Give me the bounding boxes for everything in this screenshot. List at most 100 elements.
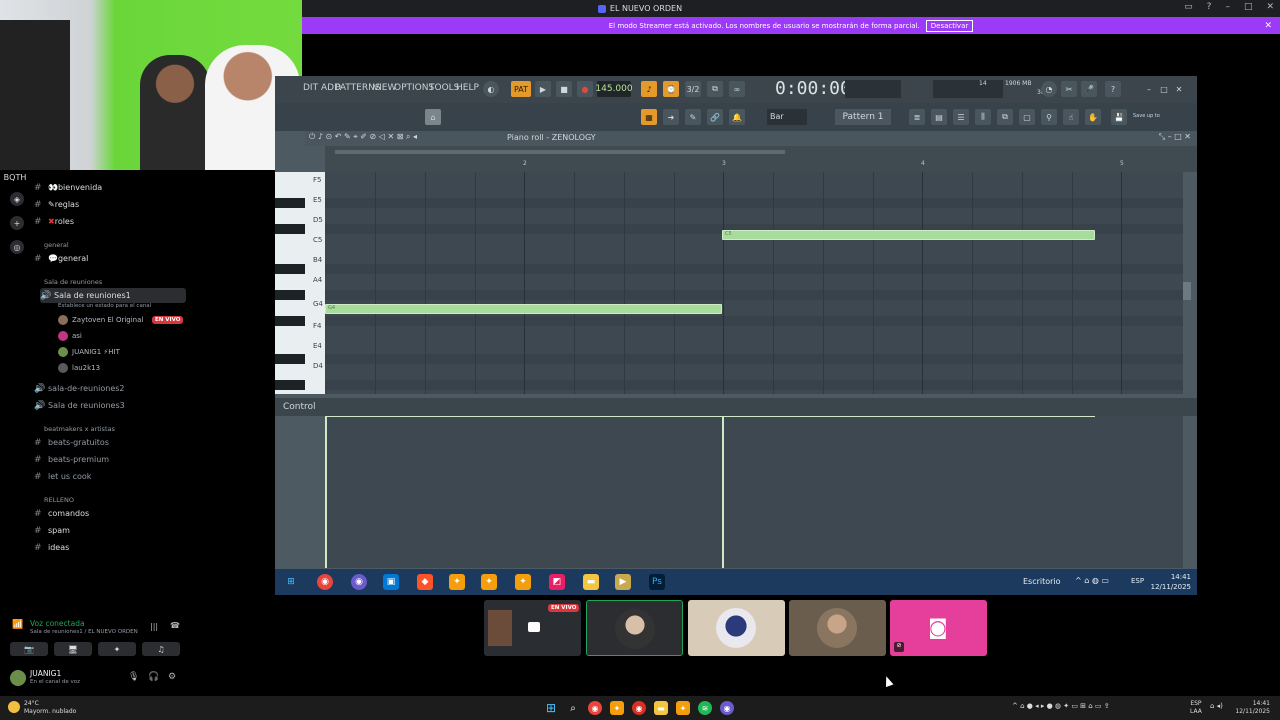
fl-menu-tools[interactable]: TOOLS (429, 83, 459, 93)
photoshop-icon[interactable]: Ps (649, 574, 665, 590)
help-icon[interactable]: ? (1105, 81, 1121, 97)
pattern-selector[interactable]: Pattern 1 (835, 109, 891, 125)
camera-button[interactable]: 📷 (10, 642, 48, 656)
mic-icon[interactable]: 🎤 (1081, 81, 1097, 97)
midi-note[interactable]: G4 (325, 304, 722, 314)
participant-tile[interactable] (789, 600, 886, 656)
voice-channel-2[interactable]: 🔊 sala-de-reuniones2 (34, 381, 125, 396)
capcut-icon[interactable]: ◩ (549, 574, 565, 590)
master-knob-icon[interactable]: ◐ (483, 81, 499, 97)
pattern-song-toggle[interactable]: PAT (511, 81, 531, 97)
lang-label[interactable]: ESP (1131, 577, 1144, 585)
piano-roll-window-controls[interactable]: ⤡ – □ ✕ (1159, 132, 1191, 142)
velocity-bar[interactable] (325, 416, 327, 568)
channel-comandos[interactable]: # comandos (34, 506, 89, 521)
channel-roles[interactable]: # ✖ roles (34, 214, 74, 229)
voice-channel-status[interactable]: Establece un estado para el canal (58, 298, 151, 313)
explore-icon[interactable]: ◎ (10, 240, 24, 254)
stream-tile[interactable]: EN VIVO (484, 600, 581, 656)
inbox-icon[interactable]: ▭ (1184, 2, 1193, 12)
touch-icon[interactable]: ☝ (1063, 109, 1079, 125)
channel-ideas[interactable]: # ideas (34, 540, 69, 555)
discord-icon[interactable]: ◉ (351, 574, 367, 590)
inner-clock[interactable]: 14:41 12/11/2025 (1151, 572, 1191, 592)
step-edit-icon[interactable]: ⧉ (707, 81, 723, 97)
fl-studio-icon[interactable]: ✦ (449, 574, 465, 590)
black-key[interactable] (275, 198, 305, 208)
game-icon[interactable]: ◈ (10, 192, 24, 206)
discord-icon[interactable]: ◉ (720, 701, 734, 715)
black-key[interactable] (275, 380, 305, 390)
participant-tile[interactable] (688, 600, 785, 656)
link-icon[interactable]: 🔗 (707, 109, 723, 125)
minimize-button[interactable]: – (1225, 2, 1230, 12)
close-banner-icon[interactable]: ✕ (1264, 21, 1272, 31)
control-label[interactable]: Control (283, 402, 316, 412)
play-icon[interactable]: ▶ (535, 81, 551, 97)
midi-note[interactable]: C5 (722, 230, 1095, 240)
voice-channel-path[interactable]: Sala de reuniones1 / EL NUEVO ORDEN (30, 629, 138, 635)
metronome-icon[interactable]: ♪ (641, 81, 657, 97)
chrome-icon[interactable]: ◉ (317, 574, 333, 590)
fl-menu-edit[interactable]: DIT (303, 83, 318, 93)
wait-input-icon[interactable]: ⌚ (663, 81, 679, 97)
channel-reglas[interactable]: # ✎ reglas (34, 197, 79, 212)
desktop-label[interactable]: Escritorio (1023, 577, 1061, 586)
plugin-picker-icon[interactable]: ⚲ (1041, 109, 1057, 125)
participant-tile[interactable] (586, 600, 683, 656)
weather-widget[interactable]: 24°C Mayorm. nublado (24, 700, 76, 716)
save-icon[interactable]: 💾 (1111, 109, 1127, 125)
microphone-icon[interactable]: 🎙 (128, 672, 139, 682)
tray-icons[interactable]: ^ ⌂ ● ◂ ▸ ● ◍ ✦ ▭ ⊞ ⌂ ▭ ⇪ (1012, 702, 1110, 710)
voice-status[interactable]: Voz conectada (30, 619, 85, 628)
help-icon[interactable]: ? (1207, 2, 1212, 12)
chrome-icon[interactable]: ◉ (588, 701, 602, 715)
cpu-knob-icon[interactable]: ◔ (1041, 81, 1057, 97)
fl-close-icon[interactable]: ✕ (1171, 81, 1187, 97)
gear-icon[interactable]: ⚙ (168, 672, 176, 682)
system-clock[interactable]: 14:41 12/11/2025 (1235, 700, 1270, 716)
activities-button[interactable]: ✦ (98, 642, 136, 656)
cut-icon[interactable]: ✂ (1061, 81, 1077, 97)
close-button[interactable]: ✕ (1266, 2, 1274, 12)
channel-general[interactable]: # 💬 general (34, 251, 88, 266)
plugin-icon[interactable]: ▢ (1019, 109, 1035, 125)
scrollbar-horizontal[interactable] (335, 150, 785, 154)
network-volume-icons[interactable]: ⌂ ◂) (1210, 702, 1223, 710)
piano-roll-icon[interactable]: ▤ (931, 109, 947, 125)
category-general[interactable]: general (44, 237, 69, 252)
disconnect-icon[interactable]: ☎ (170, 621, 180, 630)
fl-menu-help[interactable]: HELP (456, 83, 479, 93)
add-server-icon[interactable]: + (10, 216, 24, 230)
channel-spam[interactable]: # spam (34, 523, 70, 538)
search-icon[interactable]: ⌕ (566, 701, 580, 715)
voice-channel-3[interactable]: 🔊 Sala de reuniones3 (34, 398, 125, 413)
chrome-alt-icon[interactable]: ◉ (632, 701, 646, 715)
bell-icon[interactable]: 🔔 (729, 109, 745, 125)
screen-share-button[interactable]: 🖥 (54, 642, 92, 656)
voice-user[interactable]: Zaytoven El Original EN VIVO (58, 313, 184, 327)
windows-start-icon[interactable]: ⊞ (283, 574, 299, 590)
voice-user[interactable]: asi (58, 329, 82, 343)
channel-bienvenida[interactable]: # 👀 bienvenida (34, 180, 102, 195)
category-sala-de-reuniones[interactable]: Sala de reuniones (44, 274, 102, 289)
brave-icon[interactable]: ◆ (417, 574, 433, 590)
black-key[interactable] (275, 224, 305, 234)
black-key[interactable] (275, 316, 305, 326)
fl-menu-view[interactable]: VIEW (373, 83, 396, 93)
record-icon[interactable]: ● (577, 81, 593, 97)
media-player-icon[interactable]: ▶ (615, 574, 631, 590)
voice-user[interactable]: JUANIG1 ⚡HIT (58, 345, 120, 359)
windows-start-icon[interactable]: ⊞ (544, 701, 558, 715)
snap-select[interactable]: Bar (767, 109, 807, 125)
black-key[interactable] (275, 354, 305, 364)
fl-maximize-icon[interactable]: □ (1156, 81, 1172, 97)
folder-icon[interactable]: ▬ (654, 701, 668, 715)
user-name[interactable]: JUANIG1 (30, 669, 61, 678)
category-relleno[interactable]: RELLENO (44, 492, 74, 507)
tempo-display[interactable]: 145.000 (595, 81, 633, 97)
language-indicator[interactable]: ESP LAA (1190, 700, 1202, 716)
snap-icon[interactable]: ▦ (641, 109, 657, 125)
channel-rack-icon[interactable]: ☰ (953, 109, 969, 125)
fl-minimize-icon[interactable]: – (1141, 81, 1157, 97)
